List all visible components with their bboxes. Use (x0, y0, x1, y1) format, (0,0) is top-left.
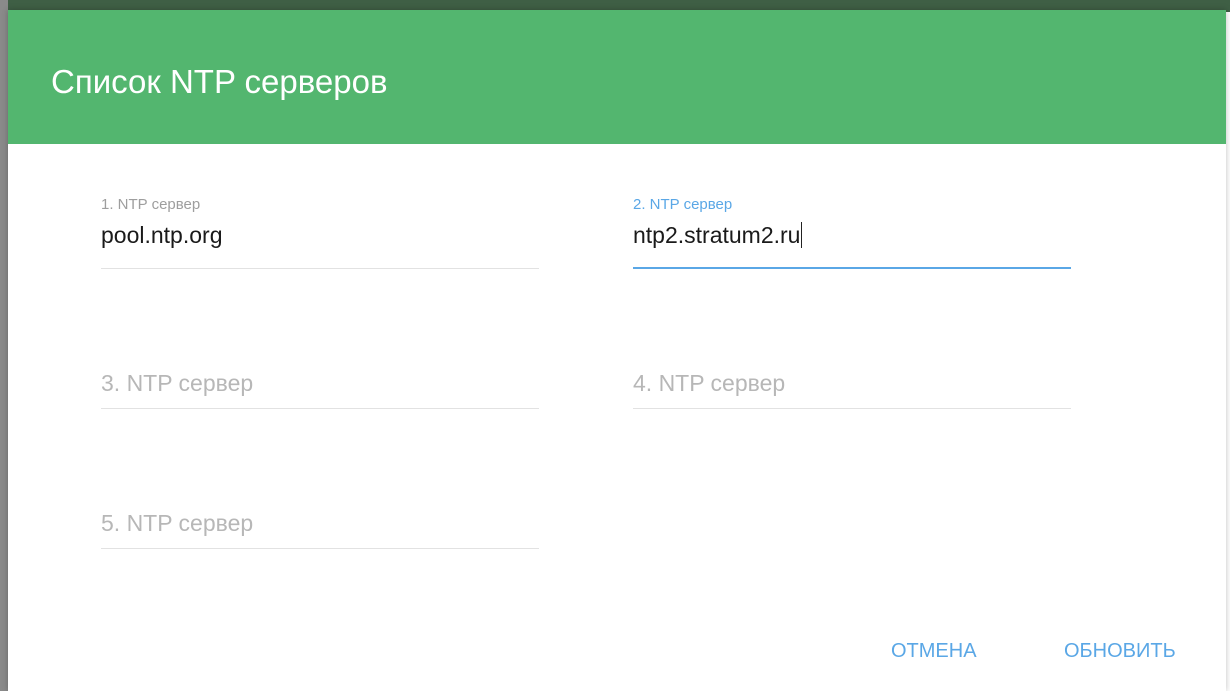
dialog-header: Список NTP серверов (8, 10, 1226, 144)
update-button[interactable]: ОБНОВИТЬ (1064, 640, 1176, 663)
ntp-server-1-input[interactable]: pool.ntp.org (101, 222, 222, 249)
ntp-server-2-label: 2. NTP сервер (633, 196, 733, 213)
ntp-server-3-field[interactable]: 3. NTP сервер (101, 370, 539, 410)
ntp-server-3-underline (101, 408, 539, 409)
ntp-server-5-underline (101, 548, 539, 549)
ntp-server-3-input[interactable]: 3. NTP сервер (101, 370, 253, 397)
ntp-server-1-label: 1. NTP сервер (101, 196, 201, 213)
ntp-server-2-underline (633, 267, 1071, 269)
ntp-server-2-value: ntp2.stratum2.ru (633, 222, 801, 248)
dialog-title: Список NTP серверов (51, 63, 388, 100)
ntp-server-1-underline (101, 268, 539, 269)
ntp-server-4-underline (633, 408, 1071, 409)
backdrop-left (0, 0, 8, 691)
ntp-server-5-input[interactable]: 5. NTP сервер (101, 510, 253, 537)
ntp-server-4-field[interactable]: 4. NTP сервер (633, 370, 1071, 410)
ntp-server-4-input[interactable]: 4. NTP сервер (633, 370, 785, 397)
ntp-server-5-field[interactable]: 5. NTP сервер (101, 510, 539, 550)
ntp-servers-dialog: Список NTP серверов 1. NTP сервер pool.n… (8, 10, 1226, 691)
ntp-server-2-input[interactable]: ntp2.stratum2.ru (633, 222, 803, 249)
text-caret (801, 222, 803, 248)
ntp-server-1-field[interactable]: 1. NTP сервер pool.ntp.org (101, 196, 539, 270)
cancel-button[interactable]: ОТМЕНА (891, 640, 977, 663)
ntp-server-2-field[interactable]: 2. NTP сервер ntp2.stratum2.ru (633, 196, 1071, 270)
